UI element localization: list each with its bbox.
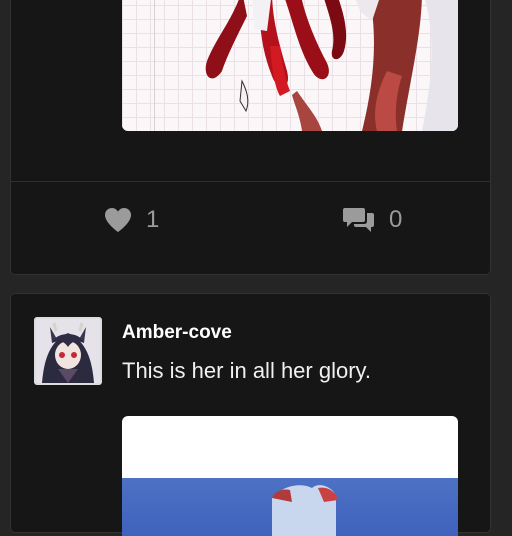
post-artwork-image[interactable] bbox=[122, 0, 458, 131]
like-button[interactable]: 1 bbox=[104, 206, 159, 234]
like-count: 1 bbox=[146, 206, 160, 233]
comment-count: 0 bbox=[389, 206, 403, 233]
speech-bubbles-icon bbox=[343, 208, 374, 232]
heart-icon bbox=[105, 208, 131, 232]
card-divider bbox=[11, 181, 490, 182]
comment-button[interactable]: 0 bbox=[343, 206, 402, 234]
post-text: This is her in all her glory. bbox=[122, 358, 372, 383]
avatar[interactable] bbox=[34, 317, 102, 385]
comment-post-card: Amber-cove This is her in all her glory. bbox=[10, 293, 491, 536]
post-artwork-image[interactable] bbox=[122, 416, 458, 536]
username[interactable]: Amber-cove bbox=[122, 322, 232, 344]
previous-post-card: 1 0 bbox=[10, 0, 491, 275]
